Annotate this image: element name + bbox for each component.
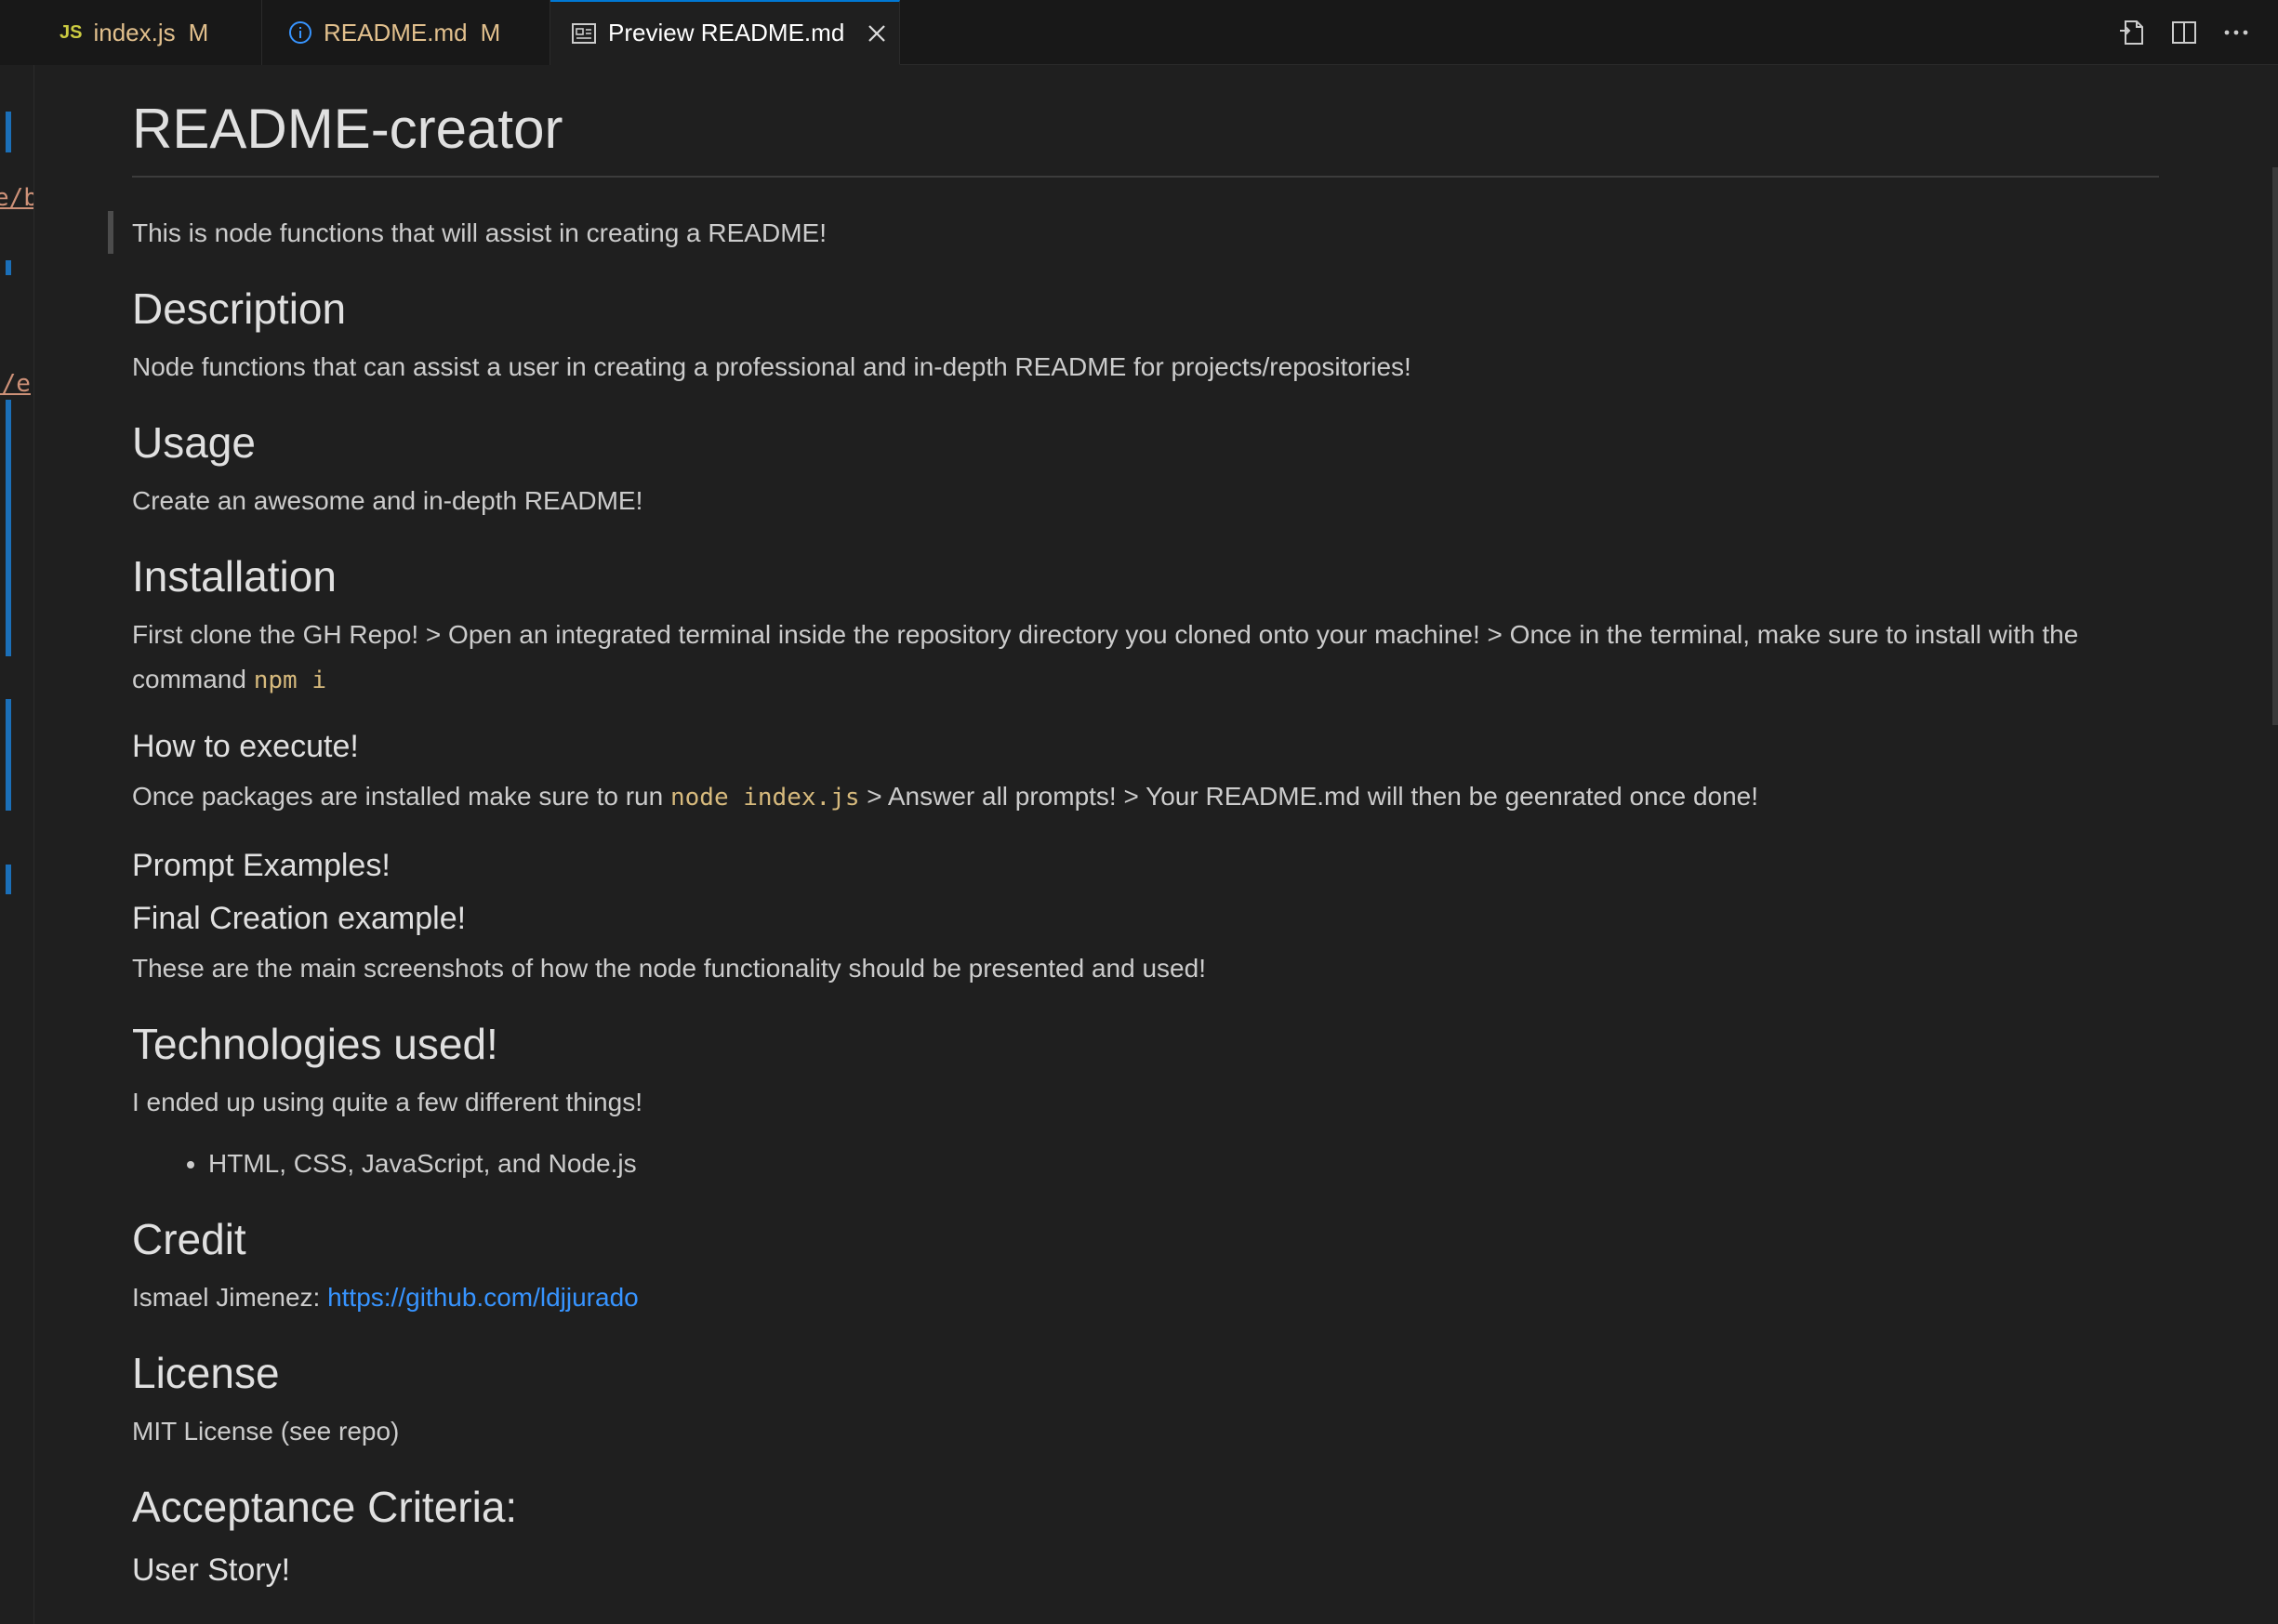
- blockquote: This is node functions that will assist …: [108, 211, 2159, 254]
- usage-text: Create an awesome and in-depth README!: [132, 486, 643, 515]
- usage-heading: Usage: [132, 418, 256, 467]
- inline-code: node index.js: [669, 784, 860, 812]
- code-fragment: n/e: [0, 370, 31, 398]
- final-creation-text: These are the main screenshots of how th…: [132, 954, 1206, 983]
- diff-marker: [6, 112, 11, 152]
- tab-label: index.js: [93, 18, 176, 46]
- preview-icon: [571, 21, 597, 46]
- tab-readme-md[interactable]: README.md M: [262, 0, 550, 65]
- info-icon: [288, 20, 312, 45]
- open-source-icon[interactable]: [2116, 17, 2148, 48]
- editor-actions: [2116, 0, 2252, 65]
- vertical-scrollbar[interactable]: [2254, 65, 2278, 1624]
- credit-name: Ismael Jimenez:: [132, 1283, 328, 1312]
- more-actions-icon[interactable]: [2220, 17, 2252, 48]
- credit-heading: Credit: [132, 1215, 246, 1263]
- tab-index-js[interactable]: JS index.js M: [0, 0, 262, 65]
- execute-text: Once packages are installed make sure to…: [132, 774, 2159, 820]
- installation-heading: Installation: [132, 552, 337, 601]
- list-item: HTML, CSS, JavaScript, and Node.js: [208, 1142, 2159, 1186]
- editor-tab-bar: JS index.js M README.md M Preview README…: [0, 0, 2278, 65]
- background-editor-gutter: e/b n/e: [0, 65, 34, 1624]
- split-editor-icon[interactable]: [2168, 17, 2200, 48]
- execute-heading: How to execute!: [132, 729, 359, 764]
- technologies-list: HTML, CSS, JavaScript, and Node.js: [132, 1142, 2159, 1186]
- description-text: Node functions that can assist a user in…: [132, 352, 1411, 381]
- page-title: README-creator: [132, 97, 2159, 178]
- markdown-preview: README-creator This is node functions th…: [108, 65, 2159, 1589]
- modified-badge: M: [480, 18, 501, 46]
- close-icon[interactable]: [867, 23, 887, 44]
- js-file-icon: JS: [60, 21, 83, 43]
- license-heading: License: [132, 1349, 280, 1397]
- credit-text: Ismael Jimenez: https://github.com/ldjju…: [132, 1275, 2159, 1320]
- diff-marker: [6, 400, 11, 656]
- code-fragment: e/b: [0, 184, 33, 212]
- execute-text-before: Once packages are installed make sure to…: [132, 782, 670, 811]
- technologies-text: I ended up using quite a few different t…: [132, 1088, 642, 1116]
- description-heading: Description: [132, 284, 347, 333]
- tab-preview-readme[interactable]: Preview README.md: [550, 0, 900, 65]
- acceptance-criteria-heading: Acceptance Criteria:: [132, 1483, 518, 1531]
- diff-marker: [6, 260, 11, 275]
- inline-code: npm i: [253, 667, 326, 694]
- installation-text-body: First clone the GH Repo! > Open an integ…: [132, 620, 2079, 693]
- installation-text: First clone the GH Repo! > Open an integ…: [132, 613, 2140, 703]
- user-story-heading: User Story!: [132, 1552, 291, 1588]
- final-creation-heading: Final Creation example!: [132, 901, 467, 936]
- diff-marker: [6, 699, 11, 811]
- prompt-examples-heading: Prompt Examples!: [132, 848, 391, 883]
- tab-label: Preview README.md: [608, 19, 845, 46]
- technologies-heading: Technologies used!: [132, 1020, 498, 1068]
- diff-marker: [6, 865, 11, 894]
- github-link[interactable]: https://github.com/ldjjurado: [327, 1283, 639, 1312]
- execute-text-after: > Answer all prompts! > Your README.md w…: [859, 782, 1759, 811]
- license-text: MIT License (see repo): [132, 1417, 400, 1446]
- scrollbar-thumb[interactable]: [2272, 167, 2278, 725]
- tab-label: README.md: [324, 18, 468, 46]
- modified-badge: M: [188, 18, 209, 46]
